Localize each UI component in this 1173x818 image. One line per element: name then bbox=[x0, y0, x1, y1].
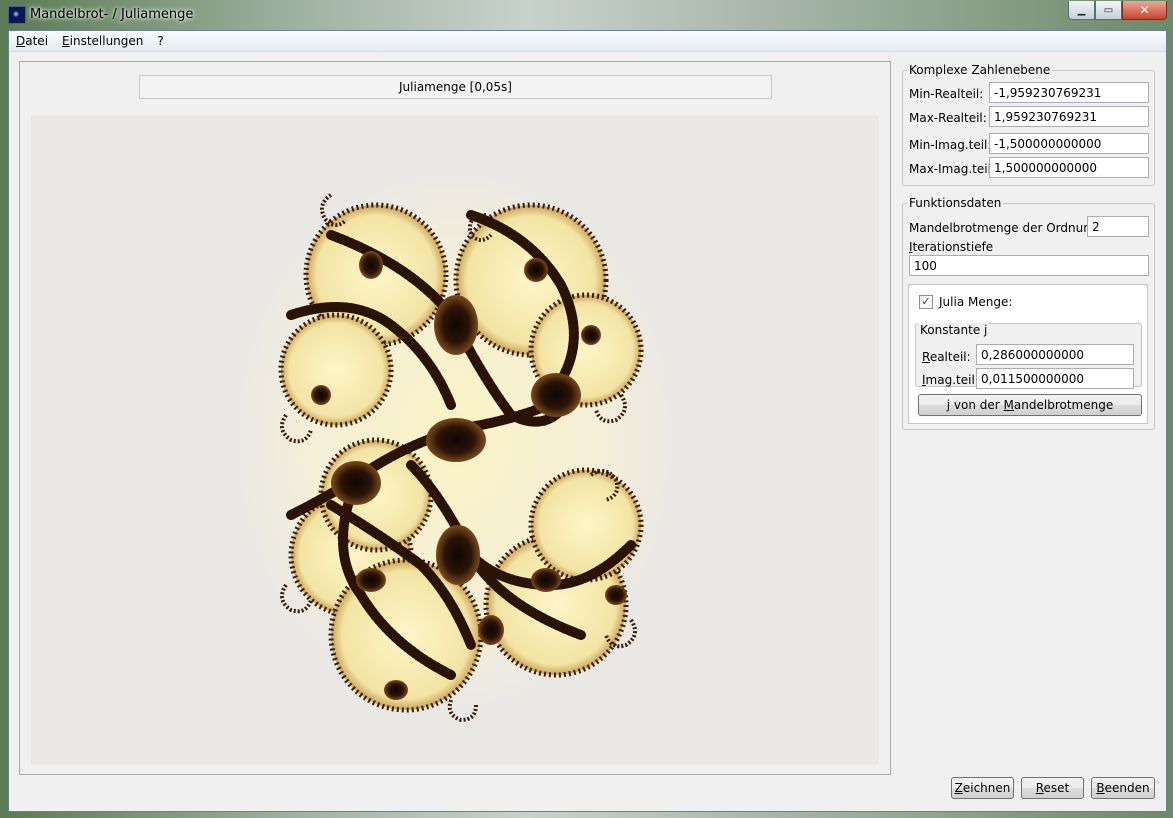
window-title: Mandelbrot- / Juliamenge bbox=[30, 7, 194, 22]
draw-button[interactable]: Zeichnen bbox=[951, 777, 1014, 799]
iteration-depth-input[interactable]: 100 bbox=[909, 255, 1149, 276]
constant-imag-label-text: mag.teil: bbox=[925, 373, 979, 387]
constant-real-input[interactable]: 0,286000000000 bbox=[976, 344, 1134, 365]
min-imag-input[interactable]: -1,500000000000 bbox=[989, 133, 1149, 154]
client-area: Datei Einstellungen ? Juliamenge [0,05s] bbox=[8, 30, 1167, 812]
app-icon bbox=[8, 6, 26, 24]
constant-j-legend: Konstante j bbox=[918, 323, 990, 337]
max-real-label: Max-Realteil: bbox=[909, 111, 987, 125]
iteration-depth-label-text: terationstiefe bbox=[912, 240, 994, 254]
julia-label-text: ulia Menge: bbox=[942, 295, 1013, 309]
iteration-depth-label: Iterationstiefe bbox=[909, 240, 993, 254]
julia-checkbox[interactable]: ✓ bbox=[919, 295, 933, 309]
menu-einstellungen-label: instellungen bbox=[69, 34, 144, 48]
constant-real-mnemonic: R bbox=[922, 350, 930, 364]
julia-set-image bbox=[230, 165, 680, 723]
draw-label: eichnen bbox=[962, 781, 1011, 795]
quit-button[interactable]: Beenden bbox=[1091, 777, 1155, 799]
render-status: Juliamenge [0,05s] bbox=[139, 75, 772, 99]
julia-panel: ✓ Julia Menge: Konstante j Realteil: 0,2… bbox=[908, 284, 1148, 424]
j-from-mandelbrot-label-rest: andelbrotmenge bbox=[1013, 398, 1114, 412]
draw-mnemonic: Z bbox=[954, 781, 963, 795]
quit-mnemonic: B bbox=[1096, 781, 1105, 795]
menu-datei[interactable]: Datei bbox=[9, 31, 55, 51]
max-imag-input[interactable]: 1,500000000000 bbox=[989, 157, 1149, 178]
constant-imag-input[interactable]: 0,011500000000 bbox=[976, 368, 1134, 389]
close-icon: ✕ bbox=[1139, 3, 1150, 17]
fractal-canvas[interactable] bbox=[31, 115, 879, 765]
constant-real-label: Realteil: bbox=[922, 350, 971, 364]
j-from-mandelbrot-mnemonic: M bbox=[1003, 398, 1014, 412]
menu-datei-mnemonic: D bbox=[16, 34, 26, 48]
minimize-icon: ▁ bbox=[1077, 4, 1086, 16]
j-from-mandelbrot-label-pre: j von der bbox=[946, 398, 1004, 412]
menu-datei-label: atei bbox=[25, 34, 49, 48]
min-real-label: Min-Realteil: bbox=[909, 87, 984, 101]
min-real-input[interactable]: -1,959230769231 bbox=[989, 82, 1149, 103]
reset-mnemonic: R bbox=[1035, 781, 1044, 795]
constant-imag-label: Imag.teil: bbox=[922, 373, 979, 387]
menu-einstellungen[interactable]: Einstellungen bbox=[55, 31, 150, 51]
max-imag-label: Max-Imag.teil bbox=[909, 162, 991, 176]
maximize-icon: ▭ bbox=[1103, 4, 1114, 16]
maximize-button[interactable]: ▭ bbox=[1095, 1, 1122, 20]
close-button[interactable]: ✕ bbox=[1122, 1, 1167, 20]
function-data-legend: Funktionsdaten bbox=[907, 196, 1004, 210]
menu-help[interactable]: ? bbox=[150, 31, 170, 51]
max-real-input[interactable]: 1,959230769231 bbox=[989, 106, 1149, 127]
constant-real-label-text: ealteil: bbox=[929, 350, 971, 364]
j-from-mandelbrot-button[interactable]: j von der Mandelbrotmenge bbox=[918, 394, 1142, 416]
menu-help-label: ? bbox=[157, 34, 164, 48]
menu-einstellungen-mnemonic: E bbox=[62, 34, 70, 48]
julia-checkbox-label[interactable]: Julia Menge: bbox=[939, 295, 1012, 309]
reset-button[interactable]: Reset bbox=[1021, 777, 1084, 799]
min-imag-label: Min-Imag.teil: bbox=[909, 138, 992, 152]
title-bar[interactable]: Mandelbrot- / Juliamenge ▁ ▭ ✕ bbox=[0, 0, 1173, 30]
quit-label: eenden bbox=[1104, 781, 1150, 795]
complex-plane-group: Komplexe Zahlenebene Min-Realteil: -1,95… bbox=[902, 63, 1155, 186]
menu-bar: Datei Einstellungen ? bbox=[9, 31, 1166, 52]
reset-label: eset bbox=[1043, 781, 1070, 795]
order-label: Mandelbrotmenge der Ordnung: bbox=[909, 221, 1103, 235]
order-input[interactable]: 2 bbox=[1087, 216, 1149, 237]
minimize-button[interactable]: ▁ bbox=[1068, 1, 1095, 20]
function-data-group: Funktionsdaten Mandelbrotmenge der Ordnu… bbox=[902, 196, 1155, 430]
complex-plane-legend: Komplexe Zahlenebene bbox=[907, 63, 1053, 77]
drawing-panel: Juliamenge [0,05s] bbox=[19, 61, 891, 775]
constant-j-group: Konstante j Realteil: 0,286000000000 Ima… bbox=[915, 323, 1142, 389]
